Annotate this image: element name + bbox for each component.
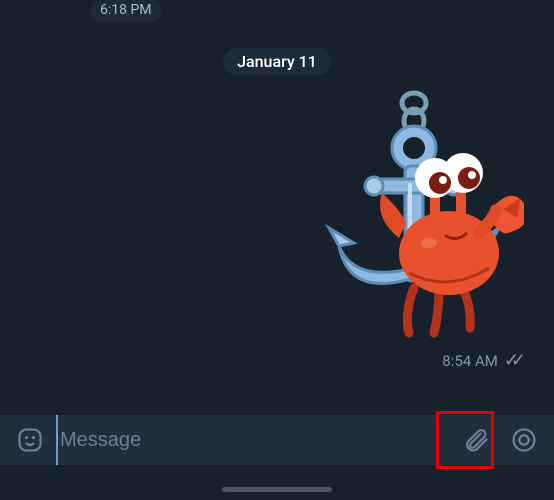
message-composer <box>0 415 554 465</box>
prev-message-time-badge: 6:18 PM <box>90 0 162 22</box>
message-meta: 8:54 AM ✓✓ <box>442 352 524 370</box>
date-separator-badge: January 11 <box>223 48 331 75</box>
message-time: 8:54 AM <box>442 352 498 370</box>
emoji-icon[interactable] <box>8 418 52 462</box>
attachment-icon[interactable] <box>454 418 498 462</box>
voice-record-icon[interactable] <box>502 418 546 462</box>
chat-viewport[interactable]: 6:18 PM January 11 <box>0 0 554 415</box>
message-input[interactable] <box>56 415 450 465</box>
crab-anchor-sticker[interactable] <box>294 88 524 348</box>
read-receipt-icon: ✓✓ <box>504 352 522 370</box>
home-indicator[interactable] <box>222 487 332 492</box>
sticker-message[interactable]: 8:54 AM ✓✓ <box>294 88 524 370</box>
